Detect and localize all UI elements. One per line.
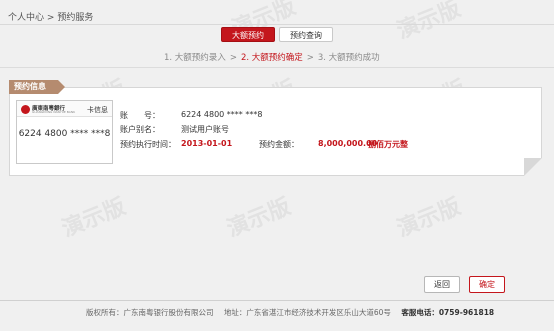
card-info-label: 卡信息 (87, 106, 108, 114)
tab-large-reservation[interactable]: 大额预约 (221, 27, 275, 42)
bank-card: 廣東南粵銀行 GUANGDONG NANYUE BANK 卡信息 6224 48… (16, 100, 113, 164)
step-2-current: 2. 大额预约确定 (240, 53, 303, 63)
breadcrumb-separator: > (46, 13, 55, 23)
footer-hotline: 客服电话：0759-961818 (401, 308, 495, 317)
divider (0, 300, 554, 301)
amount-label: 预约金额： (259, 140, 299, 149)
card-number: 6224 4800 **** ***8 (18, 129, 111, 139)
bank-logo-icon (21, 105, 30, 114)
bank-card-header: 廣東南粵銀行 GUANGDONG NANYUE BANK 卡信息 (17, 101, 112, 117)
divider (0, 24, 554, 25)
breadcrumb-current: 预约服务 (57, 13, 94, 23)
footer-address: 地址：广东省湛江市经济技术开发区乐山大道60号 (223, 308, 391, 317)
watermark: 演示版 (58, 194, 130, 243)
execution-date-label: 预约执行时间： (120, 140, 176, 149)
watermark: 演示版 (393, 0, 465, 45)
step-indicator: 1. 大额预约录入 >2. 大额预约确定 >3. 大额预约成功 (164, 51, 380, 63)
alias-label: 账户别名： (120, 125, 160, 134)
breadcrumb: 个人中心 > 预约服务 (8, 10, 93, 23)
footer-copyright: 版权所有：广东南粤银行股份有限公司 (86, 308, 214, 317)
footer: 版权所有：广东南粤银行股份有限公司 地址：广东省湛江市经济技术开发区乐山大道60… (86, 307, 494, 318)
corner-fold-icon (524, 158, 542, 176)
execution-date-value: 2013-01-01 (181, 139, 233, 148)
confirm-button[interactable]: 确定 (469, 276, 505, 293)
watermark: 演示版 (223, 194, 295, 243)
back-button[interactable]: 返回 (424, 276, 460, 293)
panel-tag: 预约信息 (9, 80, 65, 94)
divider (0, 67, 554, 68)
breadcrumb-home[interactable]: 个人中心 (8, 13, 44, 23)
step-arrow-icon: > (229, 53, 237, 63)
amount-in-words: 捌佰万元整 (368, 140, 408, 149)
step-3: 3. 大额预约成功 (317, 53, 380, 63)
account-label: 账 号： (120, 111, 160, 120)
step-arrow-icon: > (306, 53, 314, 63)
step-1: 1. 大额预约录入 (164, 53, 226, 63)
alias-value: 测试用户账号 (181, 125, 229, 134)
tab-reservation-query[interactable]: 预约查询 (279, 27, 333, 42)
bank-name-english: GUANGDONG NANYUE BANK (32, 110, 76, 114)
account-value: 6224 4800 **** ***8 (181, 110, 263, 119)
watermark: 演示版 (393, 194, 465, 243)
